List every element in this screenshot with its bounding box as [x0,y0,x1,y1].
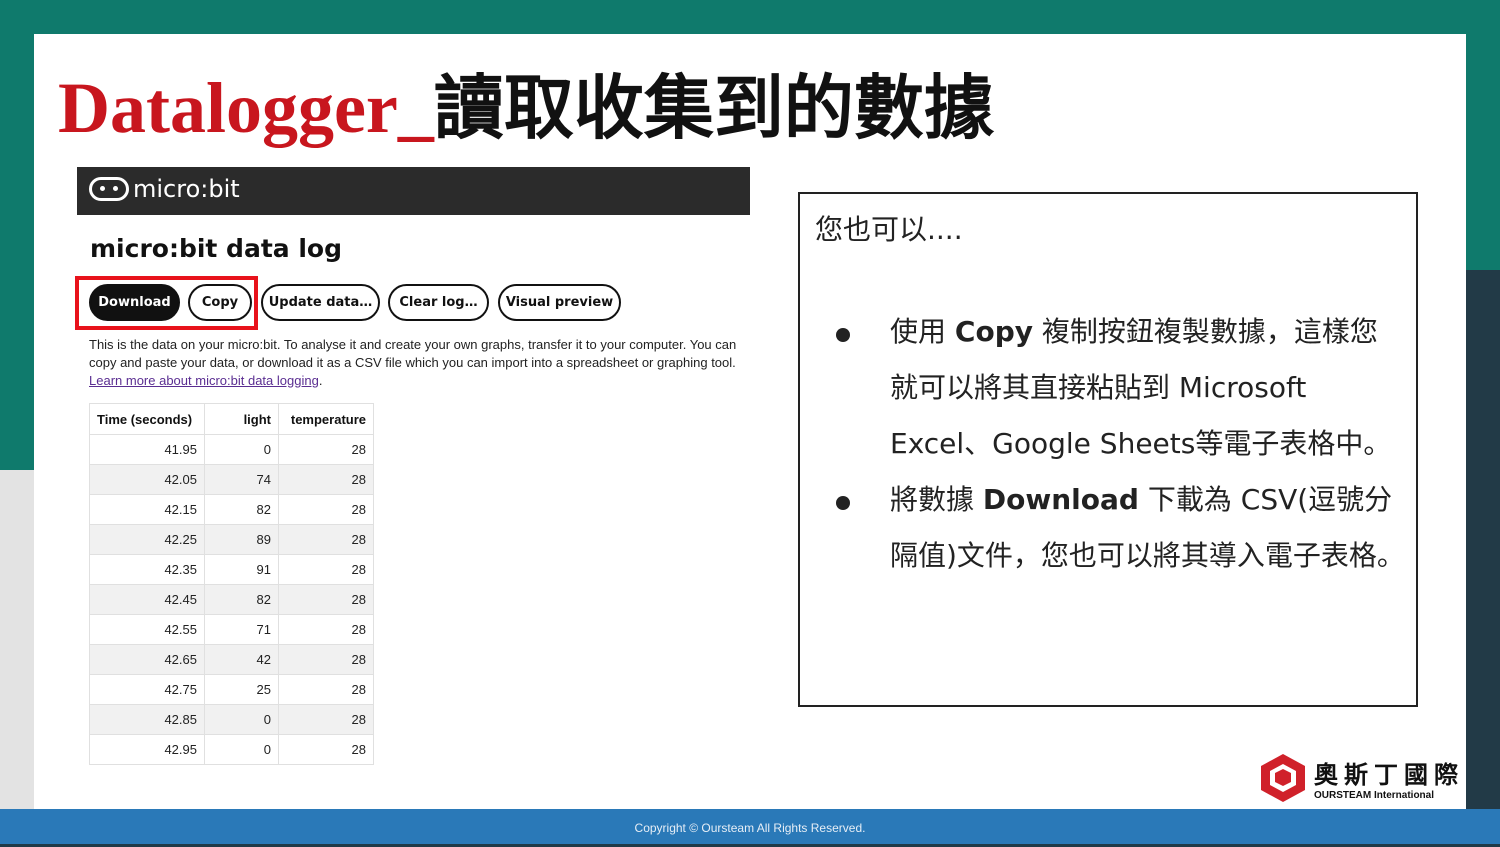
table-cell: 28 [278,434,374,465]
table-cell: 42.95 [89,734,205,765]
table-row: 42.25 89 28 [89,524,374,555]
highlight-box [75,276,258,330]
table-row: 42.65 42 28 [89,644,374,675]
table-cell: 42.45 [89,584,205,615]
table-cell: 82 [204,494,279,525]
table-cell: 42.55 [89,614,205,645]
table-cell: 28 [278,614,374,645]
microbit-logo: micro:bit [89,175,240,203]
notes-bullet-2: 將數據 Download 下載為 CSV(逗號分隔值)文件，您也可以將其導入電子… [890,472,1405,584]
cube-logo-icon [1261,754,1305,802]
brand-en: OURSTEAM International [1314,790,1435,801]
description-text: This is the data on your micro:bit. To a… [89,337,737,370]
visual-preview-button[interactable]: Visual preview [498,284,621,321]
table-cell: 42.75 [89,674,205,705]
table-cell: 0 [204,704,279,735]
bullet-icon [836,496,850,510]
column-header: Time (seconds) [89,403,205,435]
page-title: micro:bit data log [90,234,342,263]
footer: Copyright © Oursteam All Rights Reserved… [0,809,1500,844]
table-cell: 28 [278,464,374,495]
table-row: 42.95 0 28 [89,734,374,765]
column-header: light [204,403,279,435]
background-left-gray [0,470,34,844]
table-cell: 28 [278,734,374,765]
bullet-bold: Copy [954,315,1033,348]
bullet-text: 使用 [890,315,955,348]
table-cell: 41.95 [89,434,205,465]
description: This is the data on your micro:bit. To a… [89,337,737,388]
data-table: Time (seconds) light temperature 41.95 0 2… [89,403,374,765]
table-row: 42.45 82 28 [89,584,374,615]
title-en: Datalogger_ [58,68,434,148]
slide-title: Datalogger_讀取收集到的數據 [58,52,994,149]
table-cell: 0 [204,734,279,765]
bullet-text: 將數據 [890,483,983,516]
table-cell: 42.15 [89,494,205,525]
table-row: 42.85 0 28 [89,704,374,735]
table-cell: 28 [278,554,374,585]
background-right [1466,0,1500,270]
table-cell: 0 [204,434,279,465]
table-cell: 71 [204,614,279,645]
table-row: 42.35 91 28 [89,554,374,585]
bullet-icon [836,328,850,342]
brand-zh: 奧斯丁國際 [1314,761,1464,789]
learn-more-link[interactable]: Learn more about micro:bit data logging [89,373,319,388]
table-cell: 42.65 [89,644,205,675]
table-header-row: Time (seconds) light temperature [89,403,374,435]
table-cell: 25 [204,674,279,705]
table-row: 42.15 82 28 [89,494,374,525]
company-logo: 奧斯丁國際 OURSTEAM International [1258,752,1464,804]
update-data-button[interactable]: Update data… [261,284,380,321]
table-cell: 42.35 [89,554,205,585]
notes-lead: 您也可以.... [815,213,963,246]
column-header: temperature [278,403,374,435]
table-cell: 28 [278,704,374,735]
microbit-header: micro:bit [77,167,750,215]
title-zh: 讀取收集到的數據 [433,67,994,149]
table-row: 42.55 71 28 [89,614,374,645]
table-cell: 42 [204,644,279,675]
notes-bullet-1: 使用 Copy 複制按鈕複製數據，這樣您就可以將其直接粘貼到 Microsoft… [890,304,1405,472]
table-cell: 82 [204,584,279,615]
table-row: 42.05 74 28 [89,464,374,495]
table-cell: 91 [204,554,279,585]
table-cell: 28 [278,584,374,615]
table-cell: 42.25 [89,524,205,555]
table-row: 42.75 25 28 [89,674,374,705]
notes-box: 您也可以.... 使用 Copy 複制按鈕複製數據，這樣您就可以將其直接粘貼到 … [798,192,1418,707]
microbit-brand: micro:bit [133,175,240,203]
table-cell: 42.85 [89,704,205,735]
background-right-dark [1466,270,1500,844]
bullet-bold: Download [982,483,1139,516]
table-cell: 28 [278,494,374,525]
table-cell: 28 [278,644,374,675]
table-cell: 42.05 [89,464,205,495]
table-cell: 89 [204,524,279,555]
microbit-icon [89,177,129,201]
background-left [0,0,34,470]
table-cell: 28 [278,524,374,555]
table-cell: 28 [278,674,374,705]
clear-log-button[interactable]: Clear log… [388,284,489,321]
table-cell: 74 [204,464,279,495]
table-row: 41.95 0 28 [89,434,374,465]
